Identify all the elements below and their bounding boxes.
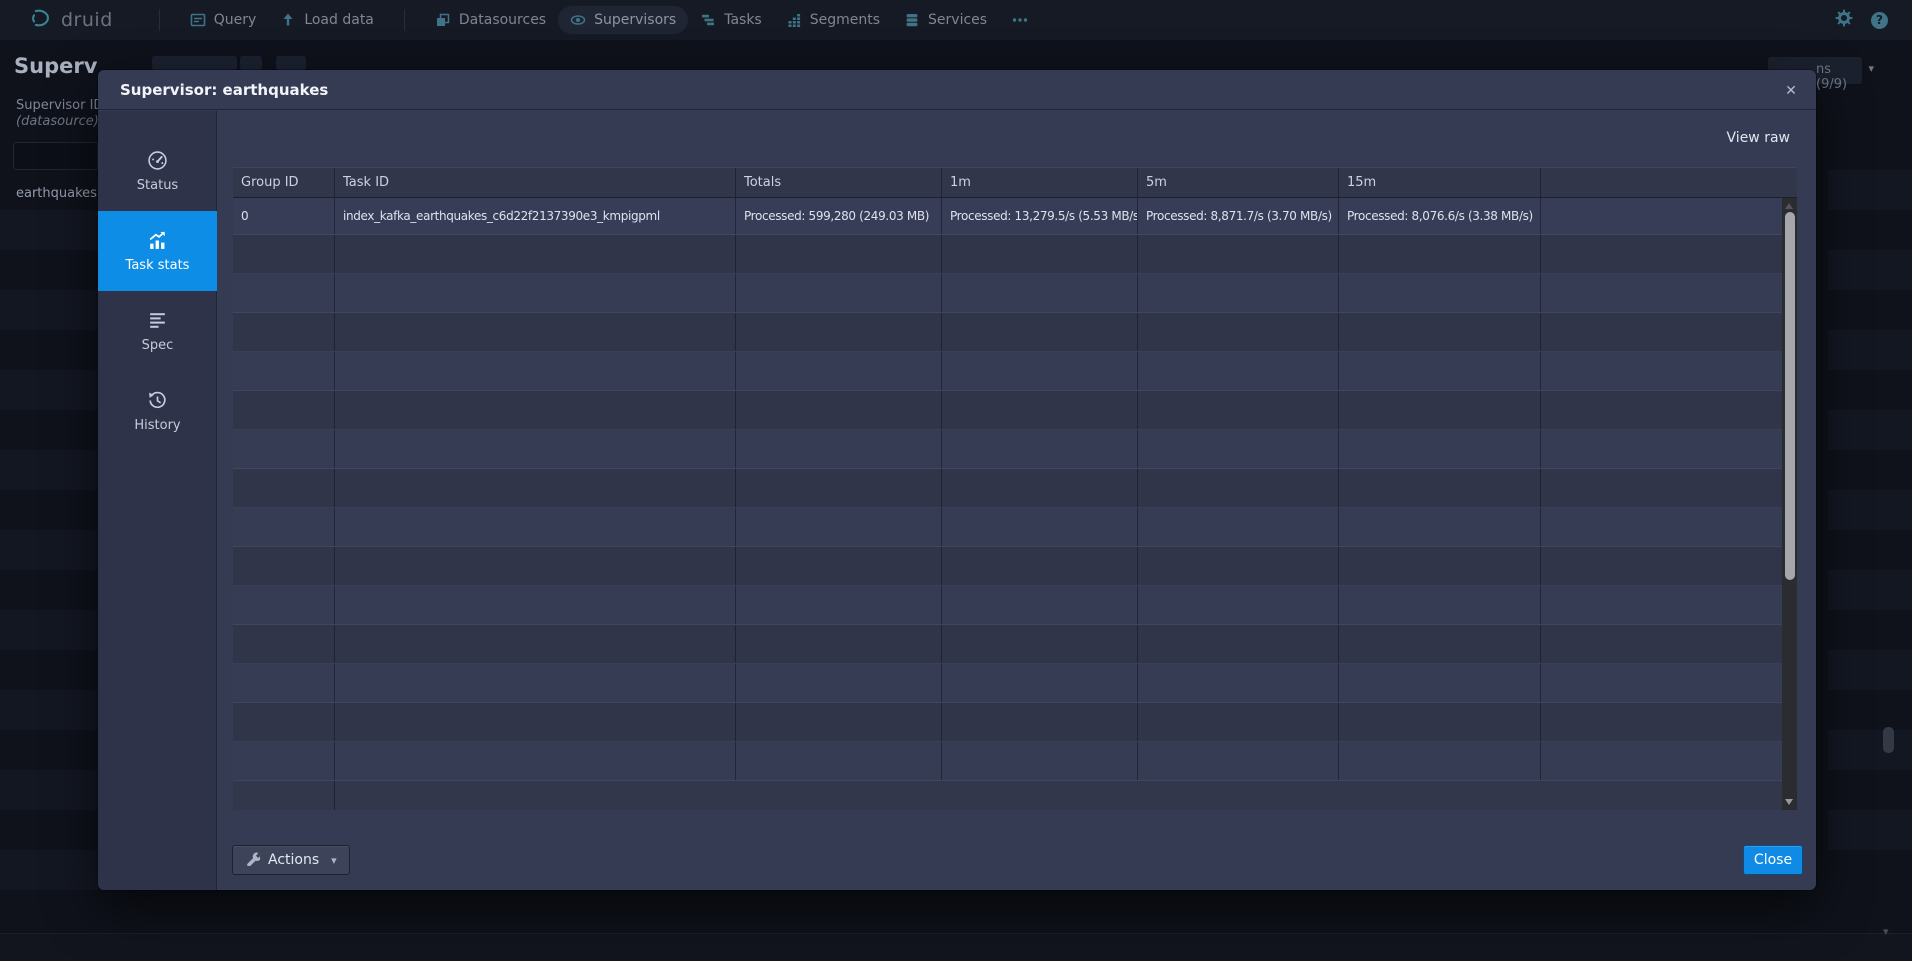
tab-task-stats[interactable]: Task stats xyxy=(98,211,217,291)
datasources-icon xyxy=(435,12,451,28)
cell-5m: Processed: 8,871.7/s (3.70 MB/s) xyxy=(1138,198,1339,234)
background-column-header: Supervisor ID xyxy=(16,98,98,113)
background-toolbar-fragment xyxy=(240,56,262,70)
cell-totals: Processed: 599,280 (249.03 MB) xyxy=(736,198,942,234)
align-left-icon xyxy=(147,310,168,331)
tab-spec[interactable]: Spec xyxy=(98,291,217,371)
cell-group-id: 0 xyxy=(233,198,335,234)
background-scrollbar-caret-icon: ▾ xyxy=(1883,925,1889,938)
background-supervisor-row: earthquakes xyxy=(16,186,98,201)
view-raw-link[interactable]: View raw xyxy=(1727,130,1790,146)
nav-divider xyxy=(404,9,405,31)
background-scrollbar-thumb[interactable] xyxy=(1883,727,1894,753)
druid-console-screen: druid Query Load data xyxy=(0,0,1912,961)
table-empty-row xyxy=(233,430,1797,469)
background-toolbar-fragment xyxy=(152,56,237,70)
table-empty-row xyxy=(233,547,1797,586)
history-icon xyxy=(147,390,168,411)
actions-button[interactable]: Actions ▾ xyxy=(232,845,350,875)
table-empty-row xyxy=(233,352,1797,391)
wrench-icon xyxy=(245,851,260,870)
table-empty-row xyxy=(233,664,1797,703)
tab-history[interactable]: History xyxy=(98,371,217,451)
column-header-15m[interactable]: 15m xyxy=(1339,168,1541,197)
nav-item-tasks[interactable]: Tasks xyxy=(688,6,774,34)
nav-item-datasources[interactable]: Datasources xyxy=(423,6,558,34)
tab-status[interactable]: Status xyxy=(98,131,217,211)
background-toolbar-fragment xyxy=(276,56,306,70)
column-header-5m[interactable]: 5m xyxy=(1138,168,1339,197)
nav-divider xyxy=(159,9,160,31)
scroll-up-icon[interactable] xyxy=(1785,203,1793,209)
close-icon[interactable]: ✕ xyxy=(1780,80,1802,102)
database-icon xyxy=(904,12,920,28)
dialog-tab-list: Status Task stats xyxy=(98,111,217,890)
table-empty-row xyxy=(233,742,1797,781)
nav-item-query[interactable]: Query xyxy=(178,6,269,34)
druid-logo-icon xyxy=(28,5,54,35)
close-button[interactable]: Close xyxy=(1743,845,1803,875)
help-icon[interactable]: ? xyxy=(1871,12,1888,29)
column-header-totals[interactable]: Totals xyxy=(736,168,942,197)
column-header-group-id[interactable]: Group ID xyxy=(233,168,335,197)
table-scrollbar[interactable] xyxy=(1782,198,1797,810)
table-empty-row xyxy=(233,703,1797,742)
timeline-bar-chart-icon xyxy=(147,230,168,251)
table-empty-row xyxy=(233,313,1797,352)
background-filter-input[interactable] xyxy=(13,142,98,170)
supervisor-dialog: Supervisor: earthquakes ✕ Status xyxy=(98,70,1816,890)
dialog-footer: Actions ▾ Close xyxy=(217,842,1816,890)
dialog-title: Supervisor: earthquakes xyxy=(120,81,328,99)
scrollbar-thumb[interactable] xyxy=(1785,212,1795,580)
background-footer-strip xyxy=(0,933,1912,961)
column-header-task-id[interactable]: Task ID xyxy=(335,168,736,197)
nav-item-load-data[interactable]: Load data xyxy=(268,6,386,34)
table-empty-row xyxy=(233,469,1797,508)
table-empty-row xyxy=(233,586,1797,625)
cell-task-id: index_kafka_earthquakes_c6d22f2137390e3_… xyxy=(335,198,736,234)
table-empty-row xyxy=(233,508,1797,547)
task-stats-table: Group ID Task ID Totals 1m 5m 15m 0 inde… xyxy=(233,167,1797,810)
nav-item-segments[interactable]: Segments xyxy=(774,6,892,34)
gantt-icon xyxy=(700,12,716,28)
scroll-down-icon[interactable] xyxy=(1785,799,1793,805)
load-data-icon xyxy=(280,12,296,28)
cell-15m: Processed: 8,076.6/s (3.38 MB/s) xyxy=(1339,198,1541,234)
dialog-header: Supervisor: earthquakes ✕ xyxy=(98,70,1816,110)
background-column-subtitle: (datasource) xyxy=(16,114,98,129)
druid-logo[interactable]: druid xyxy=(28,5,113,35)
druid-logo-text: druid xyxy=(61,9,113,31)
gear-icon[interactable] xyxy=(1835,9,1853,31)
table-empty-row xyxy=(233,391,1797,430)
chevron-down-icon: ▾ xyxy=(1868,62,1874,75)
stacked-chart-icon xyxy=(786,12,802,28)
chevron-down-icon: ▾ xyxy=(331,854,337,867)
table-empty-row xyxy=(233,274,1797,313)
table-header-row: Group ID Task ID Totals 1m 5m 15m xyxy=(233,167,1797,198)
query-icon xyxy=(190,12,206,28)
column-header-1m[interactable]: 1m xyxy=(942,168,1138,197)
dashboard-icon xyxy=(147,150,168,171)
table-empty-row xyxy=(233,625,1797,664)
nav-item-supervisors[interactable]: Supervisors xyxy=(558,6,688,34)
nav-item-services[interactable]: Services xyxy=(892,6,999,34)
top-navbar: druid Query Load data xyxy=(0,0,1912,40)
table-bottom-pad xyxy=(233,781,1797,810)
table-empty-row xyxy=(233,235,1797,274)
eye-icon xyxy=(570,12,586,28)
more-ellipsis-icon[interactable] xyxy=(999,6,1041,34)
cell-1m: Processed: 13,279.5/s (5.53 MB/s) xyxy=(942,198,1138,234)
background-page-title: Supervi xyxy=(14,54,98,78)
table-row[interactable]: 0 index_kafka_earthquakes_c6d22f2137390e… xyxy=(233,198,1797,235)
nav-right-controls: ? xyxy=(1835,0,1888,40)
